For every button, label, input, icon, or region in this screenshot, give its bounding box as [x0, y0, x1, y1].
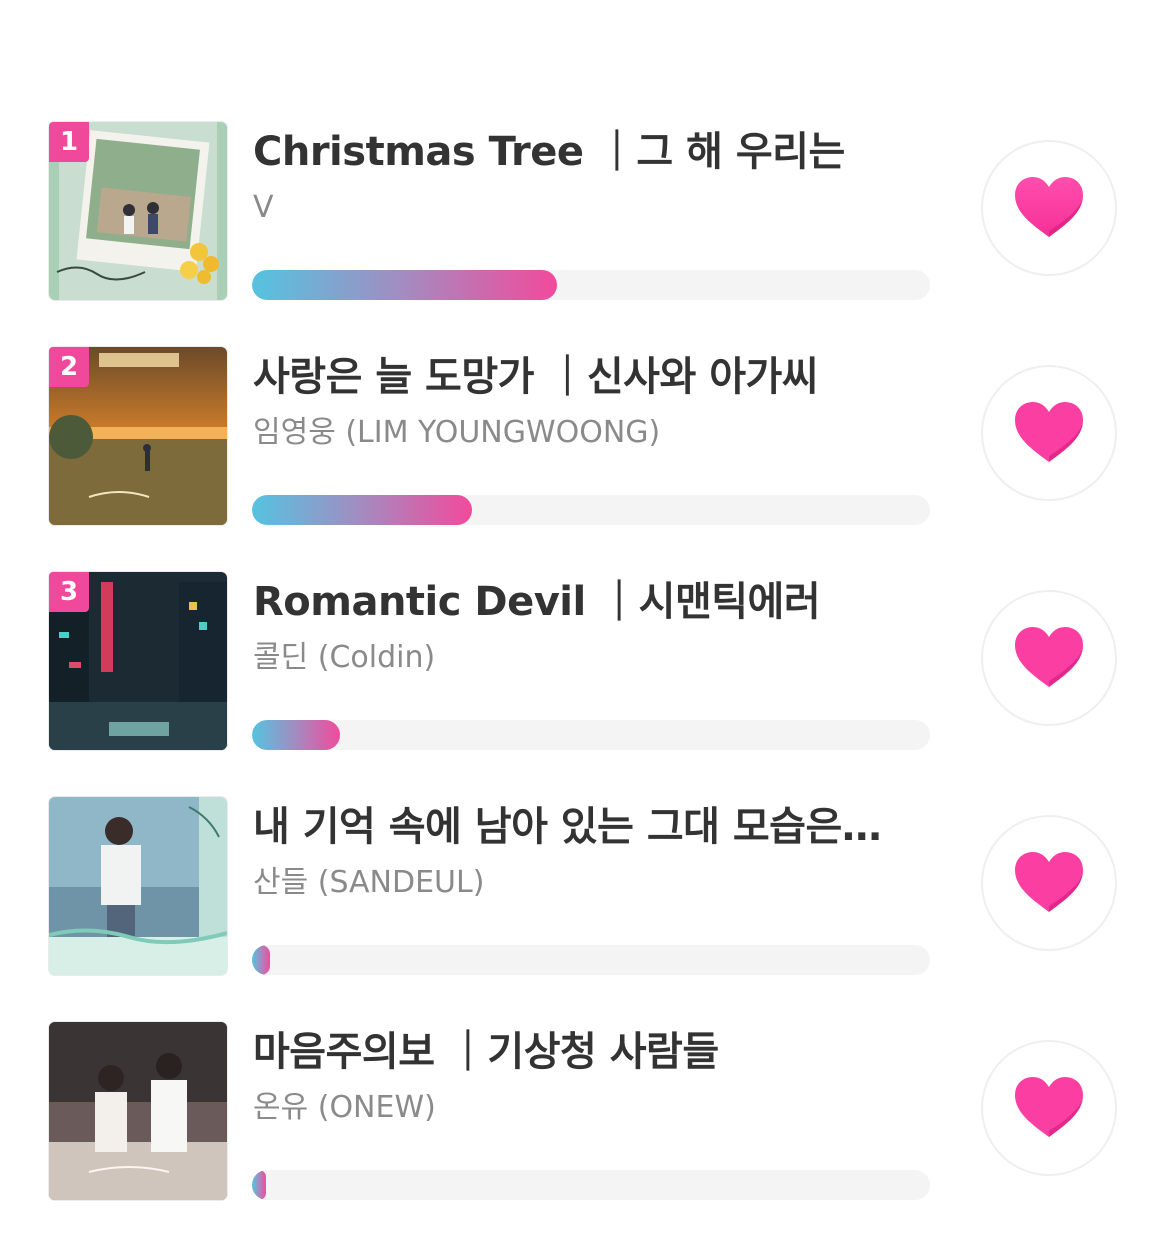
vote-progress-bar: [252, 945, 270, 975]
song-title[interactable]: 마음주의보 ｜기상청 사람들: [253, 1026, 923, 1078]
vote-progress-track: [252, 270, 930, 300]
vote-progress-bar: [252, 1170, 266, 1200]
artist-name: 임영웅 (LIM YOUNGWOONG): [253, 415, 661, 450]
album-cover-couple-icon: [49, 1022, 227, 1200]
rank-badge: 3: [49, 572, 89, 612]
artist-name: V: [253, 190, 274, 225]
chart-list: 1 Christmas Tree ｜그 해 우리는 V 2 사랑은 늘 도망가 …: [0, 120, 1170, 1245]
heart-icon: [1015, 852, 1083, 912]
heart-icon: [1015, 402, 1083, 462]
list-item[interactable]: 2 사랑은 늘 도망가 ｜신사와 아가씨 임영웅 (LIM YOUNGWOONG…: [0, 345, 1170, 570]
rank-badge: 2: [49, 347, 89, 387]
vote-progress-bar: [252, 720, 340, 750]
like-button[interactable]: [981, 365, 1117, 501]
artist-name: 콜딘 (Coldin): [253, 640, 436, 675]
list-item[interactable]: 마음주의보 ｜기상청 사람들 온유 (ONEW): [0, 1020, 1170, 1245]
song-title[interactable]: 사랑은 늘 도망가 ｜신사와 아가씨: [253, 351, 923, 403]
list-item[interactable]: 1 Christmas Tree ｜그 해 우리는 V: [0, 120, 1170, 345]
vote-progress-track: [252, 720, 930, 750]
artist-name: 온유 (ONEW): [253, 1090, 436, 1125]
song-title[interactable]: Christmas Tree ｜그 해 우리는: [253, 126, 923, 178]
vote-progress-track: [252, 495, 930, 525]
heart-icon: [1015, 177, 1083, 237]
like-button[interactable]: [981, 590, 1117, 726]
list-item[interactable]: 3 Romantic Devil ｜시맨틱에러 콜딘 (Coldin): [0, 570, 1170, 795]
song-title[interactable]: Romantic Devil ｜시맨틱에러: [253, 576, 923, 628]
like-button[interactable]: [981, 1040, 1117, 1176]
song-title[interactable]: 내 기억 속에 남아 있는 그대 모습은…: [253, 801, 923, 853]
album-cover[interactable]: [49, 1022, 227, 1200]
vote-progress-bar: [252, 270, 557, 300]
album-cover[interactable]: [49, 797, 227, 975]
album-cover-seaside-icon: [49, 797, 227, 975]
like-button[interactable]: [981, 140, 1117, 276]
vote-progress-bar: [252, 495, 472, 525]
vote-progress-track: [252, 945, 930, 975]
heart-icon: [1015, 1077, 1083, 1137]
like-button[interactable]: [981, 815, 1117, 951]
list-item[interactable]: 내 기억 속에 남아 있는 그대 모습은… 산들 (SANDEUL): [0, 795, 1170, 1020]
artist-name: 산들 (SANDEUL): [253, 865, 485, 900]
vote-progress-track: [252, 1170, 930, 1200]
rank-badge: 1: [49, 122, 89, 162]
heart-icon: [1015, 627, 1083, 687]
